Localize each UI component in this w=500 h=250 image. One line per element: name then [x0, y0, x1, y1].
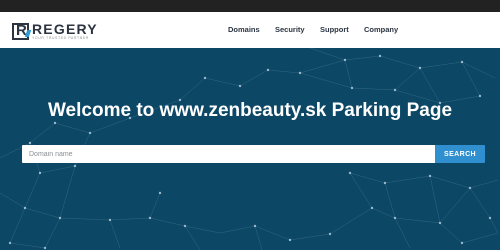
- nav-security[interactable]: Security: [275, 25, 305, 34]
- nav-support[interactable]: Support: [320, 25, 349, 34]
- domain-search-input[interactable]: [22, 145, 435, 163]
- page-headline: Welcome to www.zenbeauty.sk Parking Page: [47, 100, 453, 121]
- nav-company[interactable]: Company: [364, 25, 398, 34]
- logo-text: REGERY YOUR TRUSTED PARTNER: [32, 22, 98, 41]
- brand-logo[interactable]: R REGERY YOUR TRUSTED PARTNER: [12, 20, 98, 42]
- search-button[interactable]: SEARCH: [435, 145, 485, 163]
- logo-mark-icon: R: [12, 22, 32, 40]
- site-header: R REGERY YOUR TRUSTED PARTNER Domains Se…: [0, 12, 500, 48]
- domain-search-form: SEARCH: [22, 145, 485, 163]
- brand-name: REGERY: [32, 20, 98, 37]
- nav-domains[interactable]: Domains: [228, 25, 260, 34]
- top-bar: [0, 0, 500, 12]
- brand-tagline: YOUR TRUSTED PARTNER: [32, 35, 89, 40]
